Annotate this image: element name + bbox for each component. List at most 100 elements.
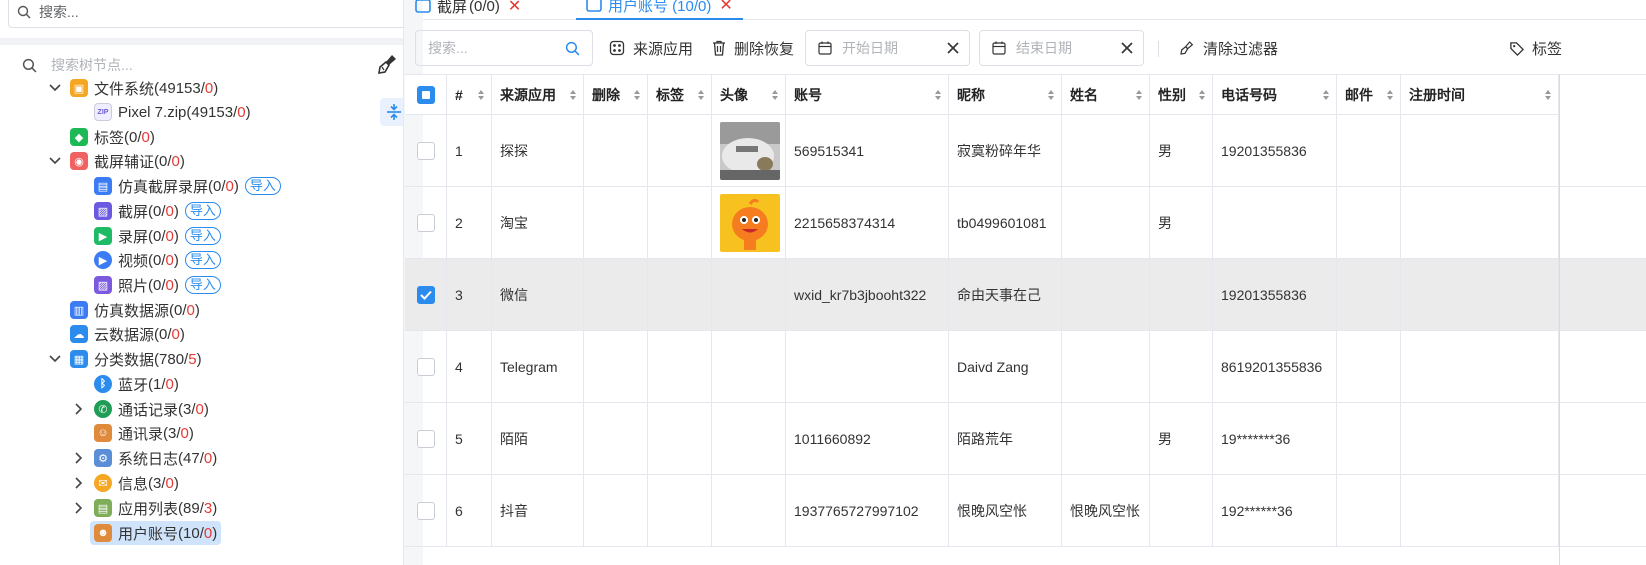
- import-button[interactable]: 导入: [244, 177, 281, 195]
- row-checkbox[interactable]: [416, 358, 435, 376]
- tree-node-bluetooth[interactable]: ᛒ 蓝牙(1/0): [94, 372, 179, 396]
- column-header-nickname[interactable]: 昵称: [949, 75, 1062, 115]
- tree-node-app-list[interactable]: ▤ 应用列表(89/3): [70, 496, 217, 520]
- chevron-right-icon[interactable]: [72, 402, 86, 416]
- tree-node-screenshot[interactable]: ▨ 截屏(0/0) 导入: [94, 199, 221, 223]
- select-all-checkbox[interactable]: [416, 85, 435, 104]
- tree-search[interactable]: [22, 52, 402, 78]
- row-checkbox-cell[interactable]: [405, 475, 447, 547]
- tree-node-system-log[interactable]: ⚙ 系统日志(47/0): [70, 446, 217, 470]
- sort-icon[interactable]: [1322, 89, 1330, 101]
- cell-nickname: 寂寞粉碎年华: [949, 115, 1062, 187]
- table-row[interactable]: 1 探探 569515341 寂寞粉碎年华 男 19201355836: [405, 115, 1646, 187]
- table-row[interactable]: 3 微信 wxid_kr7b3jbooht322 命由天事在己 19201355836: [405, 259, 1646, 331]
- sort-icon[interactable]: [697, 89, 705, 101]
- column-header-account[interactable]: 账号: [786, 75, 949, 115]
- sort-icon[interactable]: [1047, 89, 1055, 101]
- chevron-down-icon[interactable]: [48, 154, 62, 168]
- tree-node-user-account[interactable]: ☻ 用户账号(10/0): [90, 521, 222, 545]
- clear-search-broom-icon[interactable]: [376, 52, 400, 76]
- sort-icon[interactable]: [1198, 89, 1206, 101]
- import-button[interactable]: 导入: [184, 251, 221, 269]
- tree-search-input[interactable]: [51, 57, 351, 73]
- tags-button[interactable]: 标签: [1509, 36, 1562, 60]
- tree-node-call-log[interactable]: ✆ 通话记录(3/0): [70, 397, 209, 421]
- column-header-avatar[interactable]: 头像: [712, 75, 786, 115]
- chevron-right-icon[interactable]: [72, 451, 86, 465]
- chevron-down-icon[interactable]: [48, 352, 62, 366]
- tree-node-video[interactable]: ▶ 视频(0/0) 导入: [94, 248, 221, 272]
- close-icon[interactable]: [947, 42, 959, 54]
- tree-node-file-system[interactable]: ▣ 文件系统(49153/0): [48, 76, 218, 100]
- sort-icon[interactable]: [1386, 89, 1394, 101]
- chevron-right-icon[interactable]: [72, 501, 86, 515]
- import-button[interactable]: 导入: [184, 276, 221, 294]
- clear-filters-button[interactable]: 清除过滤器: [1179, 36, 1278, 60]
- column-header-email[interactable]: 邮件: [1337, 75, 1401, 115]
- sort-icon[interactable]: [1544, 89, 1552, 101]
- column-header-name[interactable]: 姓名: [1062, 75, 1150, 115]
- column-header-tag[interactable]: 标签: [648, 75, 712, 115]
- column-header-source-app[interactable]: 来源应用: [492, 75, 584, 115]
- row-checkbox[interactable]: [416, 430, 435, 448]
- top-search-input[interactable]: 搜索...: [8, 0, 411, 28]
- column-header-number[interactable]: #: [447, 75, 492, 115]
- delete-restore-button[interactable]: 删除恢复: [712, 36, 794, 60]
- column-header-deleted[interactable]: 删除: [584, 75, 648, 115]
- search-icon[interactable]: [565, 41, 580, 56]
- table-row[interactable]: 5 陌陌 1011660892 陌路荒年 男 19*******36: [405, 403, 1646, 475]
- row-checkbox-cell[interactable]: [405, 187, 447, 259]
- row-checkbox-cell[interactable]: [405, 115, 447, 187]
- sort-icon[interactable]: [633, 89, 641, 101]
- table-row[interactable]: 6 抖音 1937765727997102 恨晚风空怅 恨晚风空怅 192******36: [405, 475, 1646, 547]
- column-header-gender[interactable]: 性别: [1150, 75, 1213, 115]
- tree-node-tags[interactable]: ◆ 标签(0/0): [70, 125, 155, 149]
- tree-node-photo[interactable]: ▨ 照片(0/0) 导入: [94, 273, 221, 297]
- tree-node-screen-record[interactable]: ▶ 录屏(0/0) 导入: [94, 224, 221, 248]
- chevron-down-icon[interactable]: [48, 81, 62, 95]
- end-date-picker[interactable]: 结束日期: [979, 30, 1144, 66]
- cell-nickname: tb0499601081: [949, 187, 1062, 259]
- import-button[interactable]: 导入: [184, 202, 221, 220]
- tree-node-category-data[interactable]: ▦ 分类数据(780/5): [48, 347, 202, 371]
- column-header-phone[interactable]: 电话号码: [1213, 75, 1337, 115]
- column-header-registration-time[interactable]: 注册时间: [1401, 75, 1559, 115]
- tree-node-emulated-datasource[interactable]: ▥ 仿真数据源(0/0): [70, 298, 200, 322]
- table-search-input[interactable]: [428, 40, 558, 56]
- row-checkbox-cell[interactable]: [405, 403, 447, 475]
- row-checkbox[interactable]: [416, 286, 435, 304]
- tree-node-screenshot-evidence[interactable]: ◉ 截屏辅证(0/0): [48, 149, 185, 173]
- tree-node-flag-count: 3: [203, 499, 213, 517]
- tree-node-emulated-capture[interactable]: ▤ 仿真截屏录屏(0/0) 导入: [94, 174, 281, 198]
- tree-node-message[interactable]: ✉ 信息(3/0): [70, 471, 179, 495]
- close-icon[interactable]: ✕: [719, 0, 732, 15]
- chevron-right-icon[interactable]: [72, 476, 86, 490]
- sort-icon[interactable]: [934, 89, 942, 101]
- row-checkbox[interactable]: [416, 214, 435, 232]
- sort-icon[interactable]: [1135, 89, 1143, 101]
- table-search[interactable]: [415, 30, 593, 66]
- row-checkbox-cell[interactable]: [405, 331, 447, 403]
- sort-icon[interactable]: [569, 89, 577, 101]
- sort-icon[interactable]: [771, 89, 779, 101]
- close-icon[interactable]: ✕: [508, 0, 521, 16]
- row-checkbox[interactable]: [416, 502, 435, 520]
- row-checkbox-cell[interactable]: [405, 259, 447, 331]
- tree-node-cloud-datasource[interactable]: ☁ 云数据源(0/0): [70, 322, 185, 346]
- sort-icon[interactable]: [477, 89, 485, 101]
- tree-node-pixel-zip[interactable]: ZIP Pixel 7.zip(49153/0): [94, 100, 251, 124]
- table-row[interactable]: 4 Telegram Daivd Zang 8619201355836: [405, 331, 1646, 403]
- start-date-picker[interactable]: 开始日期: [805, 30, 970, 66]
- source-app-button[interactable]: 来源应用: [609, 36, 693, 60]
- avatar[interactable]: [720, 194, 780, 252]
- import-button[interactable]: 导入: [184, 227, 221, 245]
- avatar[interactable]: [720, 122, 780, 180]
- tab-user-account[interactable]: 用户账号 (10/0) ✕: [576, 0, 743, 20]
- tree-node-contacts[interactable]: ☺ 通讯录(3/0): [94, 421, 194, 445]
- close-icon[interactable]: [1121, 42, 1133, 54]
- header-select-all[interactable]: [405, 75, 447, 115]
- tab-screenshot[interactable]: 截屏 (0/0) ✕: [415, 0, 521, 20]
- tab-label: (0/0): [469, 0, 500, 15]
- row-checkbox[interactable]: [416, 142, 435, 160]
- table-row[interactable]: 2 淘宝 2215658374314 tb0499601081 男: [405, 187, 1646, 259]
